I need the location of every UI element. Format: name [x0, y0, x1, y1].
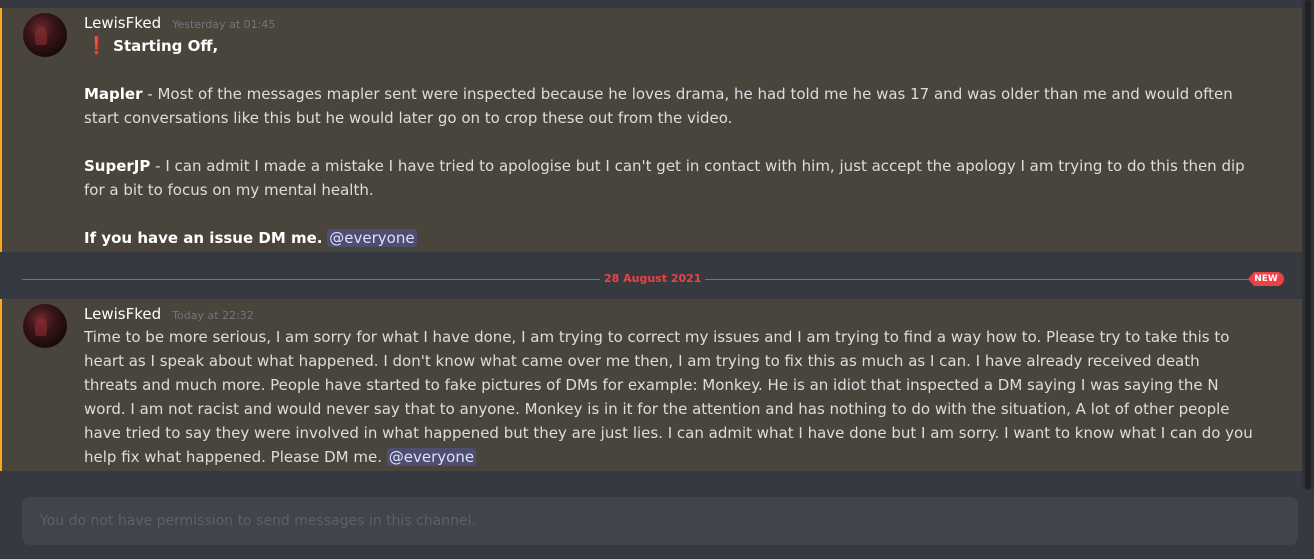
mapler-text: - Most of the messages mapler sent were …: [84, 85, 1233, 127]
scrollbar[interactable]: [1302, 0, 1314, 490]
message-body: Time to be more serious, I am sorry for …: [84, 325, 1254, 469]
divider-date: 28 August 2021: [600, 271, 706, 287]
username[interactable]: LewisFked: [84, 305, 161, 323]
message-content: Time to be more serious, I am sorry for …: [84, 325, 1254, 469]
superjp-paragraph: SuperJP - I can admit I made a mistake I…: [84, 154, 1254, 202]
everyone-mention[interactable]: @everyone: [386, 448, 477, 466]
message-item[interactable]: LewisFked Today at 22:32 Time to be more…: [0, 299, 1302, 471]
everyone-mention[interactable]: @everyone: [327, 229, 417, 247]
message-content: ❗ Starting Off, Mapler - Most of the mess…: [84, 34, 1254, 250]
timestamp[interactable]: Yesterday at 01:45: [172, 18, 275, 31]
closing-text: If you have an issue DM me.: [84, 229, 323, 247]
body-text: Time to be more serious, I am sorry for …: [84, 328, 1253, 466]
message-composer: You do not have permission to send messa…: [22, 497, 1298, 545]
mapler-paragraph: Mapler - Most of the messages mapler sen…: [84, 82, 1254, 130]
red-exclamation-icon: ❗: [86, 36, 108, 56]
closing-paragraph: If you have an issue DM me. @everyone: [84, 226, 1254, 250]
message-header: LewisFked Yesterday at 01:45: [84, 13, 275, 33]
heading-text: Starting Off,: [113, 37, 219, 55]
new-badge: NEW: [1248, 272, 1284, 286]
avatar[interactable]: [23, 304, 67, 348]
superjp-name: SuperJP: [84, 157, 151, 175]
scrollbar-thumb[interactable]: [1305, 0, 1311, 489]
username[interactable]: LewisFked: [84, 14, 161, 32]
message-header: LewisFked Today at 22:32: [84, 304, 254, 324]
avatar[interactable]: [23, 13, 67, 57]
mapler-name: Mapler: [84, 85, 143, 103]
timestamp[interactable]: Today at 22:32: [172, 309, 254, 322]
superjp-text: - I can admit I made a mistake I have tr…: [84, 157, 1245, 199]
composer-placeholder: You do not have permission to send messa…: [40, 513, 476, 529]
message-list: LewisFked Yesterday at 01:45 ❗ Starting O…: [0, 0, 1302, 480]
message-heading: ❗ Starting Off,: [84, 34, 1254, 58]
discord-channel: LewisFked Yesterday at 01:45 ❗ Starting O…: [0, 0, 1314, 559]
message-item[interactable]: LewisFked Yesterday at 01:45 ❗ Starting O…: [0, 8, 1302, 252]
